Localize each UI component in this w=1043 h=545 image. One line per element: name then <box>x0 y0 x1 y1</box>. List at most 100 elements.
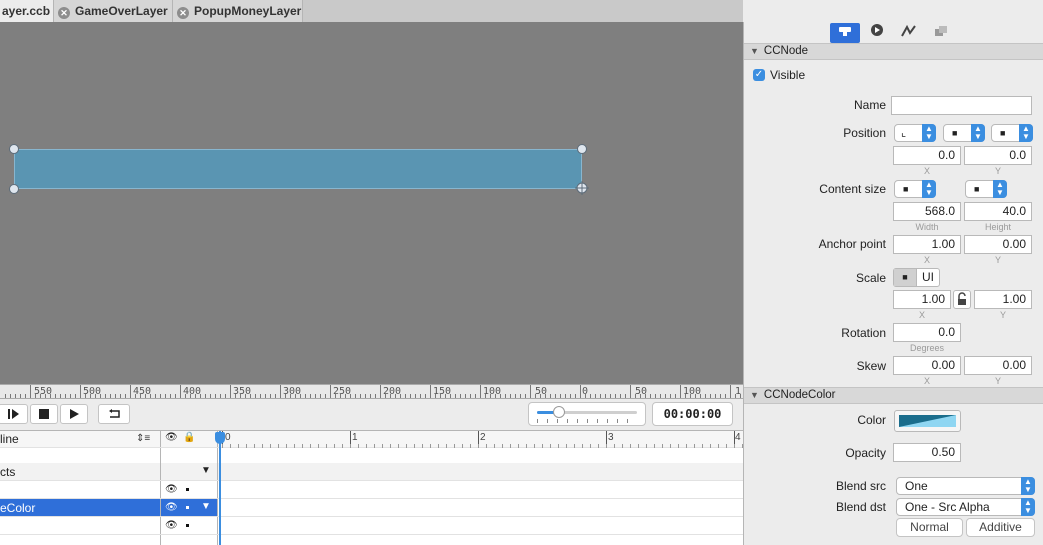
eye-icon[interactable]: 👁 <box>165 502 178 513</box>
disclosure-triangle-icon[interactable]: ▼ <box>201 501 211 512</box>
slider-tick-marks <box>537 419 628 423</box>
blend-src-value: One <box>905 479 928 493</box>
position-x-field[interactable]: 0.0 <box>893 146 961 165</box>
ruler-label: 550 <box>34 386 53 397</box>
ccnode-section-header[interactable]: ▼ CCNode <box>744 43 1043 60</box>
timeline-row-selected[interactable]: eColor 👁 ▼ <box>0 499 743 517</box>
play-button[interactable] <box>60 404 88 424</box>
tab-label: ayer.ccb <box>2 4 51 18</box>
x-caption: X <box>923 166 930 176</box>
physics-icon[interactable] <box>894 23 924 43</box>
position-label: Position <box>843 126 886 140</box>
blend-additive-button[interactable]: Additive <box>966 518 1035 537</box>
timeline-row-group[interactable]: cts ▼ <box>0 463 743 481</box>
position-y-field[interactable]: 0.0 <box>964 146 1032 165</box>
blend-normal-button[interactable]: Normal <box>896 518 963 537</box>
width-field[interactable]: 568.0 <box>893 202 961 221</box>
node-properties-icon[interactable] <box>830 23 860 43</box>
blend-dst-popup[interactable]: One - Src Alpha ▲ ▼ <box>896 498 1035 516</box>
x-caption: X <box>923 376 930 386</box>
visible-checkbox[interactable]: ✓ <box>753 69 765 81</box>
timeline-panel: line ⇕≡ 👁 🔒 0 1 2 3 4 cts ▼ 👁 eColor 👁 ▼… <box>0 430 743 545</box>
slider-knob[interactable] <box>553 406 565 418</box>
close-tab-icon[interactable]: ✕ <box>58 7 70 19</box>
timeline-name: line <box>0 432 19 446</box>
close-tab-icon[interactable]: ✕ <box>177 7 189 19</box>
height-field[interactable]: 40.0 <box>964 202 1032 221</box>
position-reference-corner-popup[interactable]: ⌞ ▲ ▼ <box>894 124 936 142</box>
tab-current-layer[interactable]: ayer.ccb <box>0 0 54 22</box>
tab-gameoverlayer[interactable]: ✕ GameOverLayer <box>54 0 173 22</box>
y-caption: Y <box>994 255 1001 265</box>
ccnodecolor-section-header[interactable]: ▼ CCNodeColor <box>744 387 1043 404</box>
visible-label: Visible <box>770 68 806 82</box>
timeline-chooser-icon[interactable]: ⇕≡ <box>136 431 150 447</box>
position-y-unit-popup[interactable]: ■ ▲ ▼ <box>991 124 1033 142</box>
ruler-label: 350 <box>233 386 252 397</box>
opacity-field[interactable]: 0.50 <box>893 443 961 462</box>
scale-type-segmented[interactable]: ■ UI <box>893 268 940 287</box>
lock-dot-icon[interactable] <box>186 506 189 509</box>
ruler-label: 0 <box>582 386 589 397</box>
popup-arrows-icon: ▲ ▼ <box>1021 498 1035 516</box>
timeline-row[interactable]: 👁 <box>0 481 743 499</box>
anchor-x-field[interactable]: 1.00 <box>893 235 961 254</box>
scale-lock-icon[interactable] <box>953 290 971 309</box>
disclosure-triangle-icon[interactable]: ▼ <box>201 465 211 476</box>
scale-points-segment[interactable]: ■ <box>894 269 916 286</box>
playhead-handle[interactable] <box>215 432 225 444</box>
ruler-label: 450 <box>133 386 152 397</box>
ruler-label: 500 <box>83 386 102 397</box>
selected-node-color-layer[interactable] <box>14 149 582 189</box>
eye-icon[interactable]: 👁 <box>165 520 178 531</box>
layers-icon[interactable] <box>926 23 956 43</box>
cocosbuilder-window: ayer.ccb ✕ GameOverLayer ✕ PopupMoneyLayer… <box>0 0 1043 545</box>
anchor-point-icon[interactable] <box>575 181 589 195</box>
skew-x-field[interactable]: 0.00 <box>893 356 961 375</box>
rotation-field[interactable]: 0.0 <box>893 323 961 342</box>
resize-handle-top-right[interactable] <box>577 144 587 154</box>
blend-src-popup[interactable]: One ▲ ▼ <box>896 477 1035 495</box>
tab-popupmoneylayer[interactable]: ✕ PopupMoneyLayer <box>173 0 303 22</box>
tab-label: PopupMoneyLayer <box>194 4 302 18</box>
ruler-label: 250 <box>333 386 352 397</box>
content-width-unit-popup[interactable]: ■ ▲ ▼ <box>894 180 936 198</box>
color-well[interactable] <box>894 410 961 432</box>
scale-ui-segment[interactable]: UI <box>916 269 939 286</box>
ruler-label: 1 <box>735 386 742 397</box>
timeline-zoom-slider[interactable] <box>528 402 646 426</box>
skew-y-field[interactable]: 0.00 <box>964 356 1032 375</box>
resize-handle-top-left[interactable] <box>9 144 19 154</box>
playhead-line[interactable] <box>219 431 221 545</box>
loop-button[interactable] <box>98 404 130 424</box>
ruler-label: 50 <box>535 386 548 397</box>
anchor-y-field[interactable]: 0.00 <box>964 235 1032 254</box>
timeline-header: line ⇕≡ 👁 🔒 0 1 2 3 4 <box>0 431 743 448</box>
timeline-selector[interactable]: line ⇕≡ <box>0 431 160 447</box>
collapse-triangle-icon[interactable]: ▼ <box>750 46 759 56</box>
row-label <box>0 481 160 498</box>
timeline-row[interactable]: 👁 <box>0 517 743 535</box>
name-field[interactable] <box>891 96 1032 115</box>
points-unit-icon: ■ <box>974 184 980 194</box>
row-visibility: 👁 <box>160 481 218 498</box>
y-caption: Y <box>994 376 1001 386</box>
scale-y-field[interactable]: 1.00 <box>974 290 1032 309</box>
content-height-unit-popup[interactable]: ■ ▲ ▼ <box>965 180 1007 198</box>
resize-handle-bottom-left[interactable] <box>9 184 19 194</box>
popup-arrows-icon: ▲ ▼ <box>1019 124 1033 142</box>
play-from-start-button[interactable] <box>0 404 28 424</box>
collapse-triangle-icon[interactable]: ▼ <box>750 390 759 400</box>
stage-canvas[interactable] <box>0 22 743 384</box>
timecode-display: 00:00:00 <box>652 402 733 426</box>
arrow-right-icon[interactable] <box>862 23 892 43</box>
scale-x-field[interactable]: 1.00 <box>893 290 951 309</box>
opacity-label: Opacity <box>845 446 886 460</box>
lock-dot-icon[interactable] <box>186 488 189 491</box>
document-tab-bar: ayer.ccb ✕ GameOverLayer ✕ PopupMoneyLayer <box>0 0 743 22</box>
lock-dot-icon[interactable] <box>186 524 189 527</box>
eye-icon[interactable]: 👁 <box>165 484 178 495</box>
position-x-unit-popup[interactable]: ■ ▲ ▼ <box>943 124 985 142</box>
section-title: CCNode <box>763 45 809 57</box>
stop-button[interactable] <box>30 404 58 424</box>
